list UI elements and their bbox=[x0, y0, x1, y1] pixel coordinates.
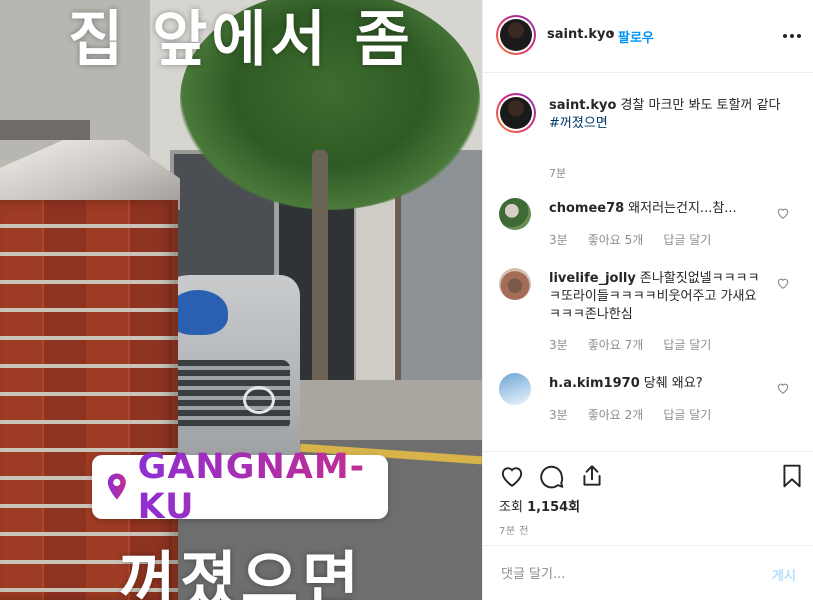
author-avatar[interactable] bbox=[496, 15, 536, 55]
caption-text: 경찰 마크만 봐도 토할꺼 같다 bbox=[620, 98, 781, 113]
commenter-avatar[interactable] bbox=[499, 373, 531, 405]
comment-likes[interactable]: 좋아요 5개 bbox=[588, 233, 644, 247]
reply-button[interactable]: 답글 달기 bbox=[663, 408, 711, 422]
comment-likes[interactable]: 좋아요 7개 bbox=[588, 338, 644, 352]
caption: saint.kyo 경찰 마크만 봐도 토할꺼 같다 #꺼졌으면 bbox=[549, 97, 799, 133]
view-count-value: 1,154회 bbox=[527, 500, 581, 515]
story-bottom-text: 꺼졌으면 bbox=[118, 544, 364, 600]
post-header: saint.kyo • 팔로우 bbox=[483, 0, 813, 73]
post-comment-button[interactable]: 게시 bbox=[772, 565, 796, 584]
post-actions: 조회 1,154회 7분 전 bbox=[483, 451, 813, 552]
comment-like-heart-icon[interactable] bbox=[776, 206, 790, 220]
location-sticker-label: GANGNAM-KU bbox=[138, 447, 374, 527]
add-comment-section: 게시 bbox=[483, 545, 813, 601]
caption-avatar[interactable] bbox=[496, 93, 536, 133]
more-options-icon[interactable] bbox=[781, 26, 803, 46]
location-sticker[interactable]: GANGNAM-KU bbox=[92, 447, 388, 527]
comment-time[interactable]: 3분 bbox=[549, 233, 568, 247]
commenter-avatar[interactable] bbox=[499, 268, 531, 300]
comment-body: h.a.kim1970 당췌 왜요? bbox=[549, 375, 767, 393]
comment-time[interactable]: 3분 bbox=[549, 408, 568, 422]
save-bookmark-icon[interactable] bbox=[779, 463, 805, 489]
commenter-avatar[interactable] bbox=[499, 198, 531, 230]
comment-bubble-icon[interactable] bbox=[539, 463, 565, 489]
caption-time[interactable]: 7분 bbox=[549, 165, 566, 181]
comments-list[interactable]: saint.kyo 경찰 마크만 봐도 토할꺼 같다 #꺼졌으면 7분 chome… bbox=[483, 73, 813, 451]
comment-like-heart-icon[interactable] bbox=[776, 276, 790, 290]
media-tree-trunk bbox=[312, 150, 328, 410]
caption-hashtag[interactable]: #꺼졌으면 bbox=[549, 115, 799, 133]
comment-username[interactable]: chomee78 bbox=[549, 201, 624, 216]
comment-meta: 3분 좋아요 2개 답글 달기 bbox=[549, 406, 731, 423]
comment-likes[interactable]: 좋아요 2개 bbox=[588, 408, 644, 422]
reply-button[interactable]: 답글 달기 bbox=[663, 338, 711, 352]
reply-button[interactable]: 답글 달기 bbox=[663, 233, 711, 247]
header-separator: • bbox=[608, 27, 616, 42]
view-count[interactable]: 조회 1,154회 bbox=[499, 496, 580, 515]
car-logo bbox=[243, 386, 275, 414]
author-username[interactable]: saint.kyo bbox=[547, 27, 614, 42]
view-count-label: 조회 bbox=[499, 500, 523, 515]
comment-text: 왜저러는건지...참... bbox=[628, 201, 737, 216]
comment-like-heart-icon[interactable] bbox=[776, 381, 790, 395]
comment-body: livelife_jolly 존나할짓없넬ㅋㅋㅋㅋㅋ또라이들ㅋㅋㅋㅋ비웃어주고 가… bbox=[549, 270, 767, 324]
caption-username[interactable]: saint.kyo bbox=[549, 98, 616, 113]
comment-username[interactable]: livelife_jolly bbox=[549, 271, 636, 286]
media-window bbox=[0, 120, 90, 140]
story-top-text: 집 앞에서 좀 bbox=[68, 5, 414, 75]
follow-button[interactable]: 팔로우 bbox=[618, 27, 654, 46]
instagram-post-view: 집 앞에서 좀 GANGNAM-KU 꺼졌으면 saint.kyo • 팔로우 bbox=[0, 0, 813, 600]
share-icon[interactable] bbox=[579, 463, 605, 489]
post-side-panel: saint.kyo • 팔로우 saint.kyo 경찰 마크만 봐도 토할꺼 같… bbox=[482, 0, 813, 600]
comment-username[interactable]: h.a.kim1970 bbox=[549, 376, 640, 391]
comment-body: chomee78 왜저러는건지...참... bbox=[549, 200, 767, 218]
comment-time[interactable]: 3분 bbox=[549, 338, 568, 352]
comment-meta: 3분 좋아요 5개 답글 달기 bbox=[549, 231, 731, 248]
comment-input[interactable] bbox=[499, 562, 753, 586]
location-pin-icon bbox=[107, 473, 126, 500]
comment-text: 당췌 왜요? bbox=[643, 376, 703, 391]
like-heart-icon[interactable] bbox=[499, 463, 525, 489]
comment-meta: 3분 좋아요 7개 답글 달기 bbox=[549, 336, 731, 353]
post-timestamp[interactable]: 7분 전 bbox=[499, 522, 529, 537]
post-media[interactable]: 집 앞에서 좀 GANGNAM-KU 꺼졌으면 bbox=[0, 0, 482, 600]
